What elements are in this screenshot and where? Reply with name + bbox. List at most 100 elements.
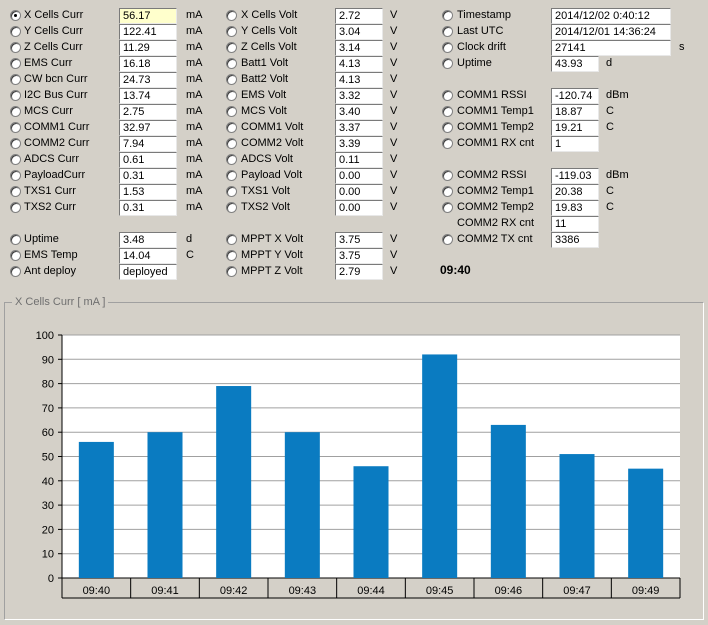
radio-mppt-z-volt[interactable] — [226, 266, 237, 277]
value-field-comm2-tx-cnt: 3386 — [551, 232, 599, 248]
radio-cw-bcn-curr[interactable] — [10, 74, 21, 85]
radio-payload-volt[interactable] — [226, 170, 237, 181]
label-comm2-rssi[interactable]: COMM2 RSSI — [457, 169, 527, 181]
label-z-cells-curr[interactable]: Z Cells Curr — [24, 41, 83, 53]
label-i2c-bus-curr[interactable]: I2C Bus Curr — [24, 89, 88, 101]
label-comm2-rx-cnt[interactable]: COMM2 RX cnt — [457, 217, 534, 229]
label-payloadcurr[interactable]: PayloadCurr — [24, 169, 85, 181]
label-uptime[interactable]: Uptime — [24, 233, 59, 245]
unit-txs2-volt: V — [390, 201, 398, 213]
radio-y-cells-volt[interactable] — [226, 26, 237, 37]
label-ant-deploy[interactable]: Ant deploy — [24, 265, 76, 277]
radio-ems-volt[interactable] — [226, 90, 237, 101]
value-field-comm2-temp2: 19.83 — [551, 200, 599, 216]
label-batt2-volt[interactable]: Batt2 Volt — [241, 73, 288, 85]
unit-txs2-curr: mA — [186, 201, 203, 213]
radio-comm2-temp1[interactable] — [442, 186, 453, 197]
radio-i2c-bus-curr[interactable] — [10, 90, 21, 101]
radio-comm2-temp2[interactable] — [442, 202, 453, 213]
label-mppt-z-volt[interactable]: MPPT Z Volt — [241, 265, 303, 277]
label-txs2-volt[interactable]: TXS2 Volt — [241, 201, 290, 213]
radio-comm1-temp1[interactable] — [442, 106, 453, 117]
radio-ems-curr[interactable] — [10, 58, 21, 69]
label-z-cells-volt[interactable]: Z Cells Volt — [241, 41, 297, 53]
radio-comm1-rx-cnt[interactable] — [442, 138, 453, 149]
value-field-clock-drift: 27141 — [551, 40, 671, 56]
label-txs1-curr[interactable]: TXS1 Curr — [24, 185, 76, 197]
label-last-utc[interactable]: Last UTC — [457, 25, 503, 37]
radio-mcs-volt[interactable] — [226, 106, 237, 117]
radio-timestamp[interactable] — [442, 10, 453, 21]
label-mppt-y-volt[interactable]: MPPT Y Volt — [241, 249, 303, 261]
radio-txs1-volt[interactable] — [226, 186, 237, 197]
label-ems-volt[interactable]: EMS Volt — [241, 89, 286, 101]
label-y-cells-volt[interactable]: Y Cells Volt — [241, 25, 297, 37]
radio-z-cells-volt[interactable] — [226, 42, 237, 53]
unit-comm2-temp1: C — [606, 185, 614, 197]
label-comm1-volt[interactable]: COMM1 Volt — [241, 121, 303, 133]
radio-uptime[interactable] — [10, 234, 21, 245]
label-txs1-volt[interactable]: TXS1 Volt — [241, 185, 290, 197]
radio-ems-temp[interactable] — [10, 250, 21, 261]
label-uptime[interactable]: Uptime — [457, 57, 492, 69]
radio-comm1-volt[interactable] — [226, 122, 237, 133]
radio-batt1-volt[interactable] — [226, 58, 237, 69]
label-comm1-temp2[interactable]: COMM1 Temp2 — [457, 121, 534, 133]
label-x-cells-volt[interactable]: X Cells Volt — [241, 9, 297, 21]
radio-x-cells-curr[interactable] — [10, 10, 21, 21]
label-comm2-volt[interactable]: COMM2 Volt — [241, 137, 303, 149]
radio-txs1-curr[interactable] — [10, 186, 21, 197]
label-adcs-curr[interactable]: ADCS Curr — [24, 153, 79, 165]
radio-adcs-volt[interactable] — [226, 154, 237, 165]
label-clock-drift[interactable]: Clock drift — [457, 41, 506, 53]
radio-txs2-curr[interactable] — [10, 202, 21, 213]
radio-comm2-curr[interactable] — [10, 138, 21, 149]
label-comm2-temp2[interactable]: COMM2 Temp2 — [457, 201, 534, 213]
radio-mcs-curr[interactable] — [10, 106, 21, 117]
radio-txs2-volt[interactable] — [226, 202, 237, 213]
label-comm1-curr[interactable]: COMM1 Curr — [24, 121, 89, 133]
label-mppt-x-volt[interactable]: MPPT X Volt — [241, 233, 303, 245]
radio-ant-deploy[interactable] — [10, 266, 21, 277]
value-field-payload-volt: 0.00 — [335, 168, 383, 184]
label-comm1-rx-cnt[interactable]: COMM1 RX cnt — [457, 137, 534, 149]
label-x-cells-curr[interactable]: X Cells Curr — [24, 9, 83, 21]
radio-uptime[interactable] — [442, 58, 453, 69]
value-field-comm2-rx-cnt: 11 — [551, 216, 599, 232]
radio-batt2-volt[interactable] — [226, 74, 237, 85]
radio-comm1-curr[interactable] — [10, 122, 21, 133]
radio-clock-drift[interactable] — [442, 42, 453, 53]
label-mcs-curr[interactable]: MCS Curr — [24, 105, 73, 117]
radio-comm2-volt[interactable] — [226, 138, 237, 149]
label-y-cells-curr[interactable]: Y Cells Curr — [24, 25, 83, 37]
label-ems-curr[interactable]: EMS Curr — [24, 57, 72, 69]
label-comm2-curr[interactable]: COMM2 Curr — [24, 137, 89, 149]
label-mcs-volt[interactable]: MCS Volt — [241, 105, 287, 117]
label-ems-temp[interactable]: EMS Temp — [24, 249, 78, 261]
radio-y-cells-curr[interactable] — [10, 26, 21, 37]
radio-comm2-tx-cnt[interactable] — [442, 234, 453, 245]
label-batt1-volt[interactable]: Batt1 Volt — [241, 57, 288, 69]
radio-payloadcurr[interactable] — [10, 170, 21, 181]
label-adcs-volt[interactable]: ADCS Volt — [241, 153, 293, 165]
radio-adcs-curr[interactable] — [10, 154, 21, 165]
label-txs2-curr[interactable]: TXS2 Curr — [24, 201, 76, 213]
radio-mppt-y-volt[interactable] — [226, 250, 237, 261]
radio-comm1-temp2[interactable] — [442, 122, 453, 133]
unit-z-cells-curr: mA — [186, 41, 203, 53]
radio-comm2-rssi[interactable] — [442, 170, 453, 181]
radio-last-utc[interactable] — [442, 26, 453, 37]
unit-comm1-temp1: C — [606, 105, 614, 117]
label-comm2-temp1[interactable]: COMM2 Temp1 — [457, 185, 534, 197]
label-comm2-tx-cnt[interactable]: COMM2 TX cnt — [457, 233, 533, 245]
label-cw-bcn-curr[interactable]: CW bcn Curr — [24, 73, 88, 85]
label-timestamp[interactable]: Timestamp — [457, 9, 511, 21]
label-comm1-temp1[interactable]: COMM1 Temp1 — [457, 105, 534, 117]
label-payload-volt[interactable]: Payload Volt — [241, 169, 302, 181]
radio-comm1-rssi[interactable] — [442, 90, 453, 101]
radio-mppt-x-volt[interactable] — [226, 234, 237, 245]
label-comm1-rssi[interactable]: COMM1 RSSI — [457, 89, 527, 101]
radio-z-cells-curr[interactable] — [10, 42, 21, 53]
unit-comm2-rssi: dBm — [606, 169, 629, 181]
radio-x-cells-volt[interactable] — [226, 10, 237, 21]
